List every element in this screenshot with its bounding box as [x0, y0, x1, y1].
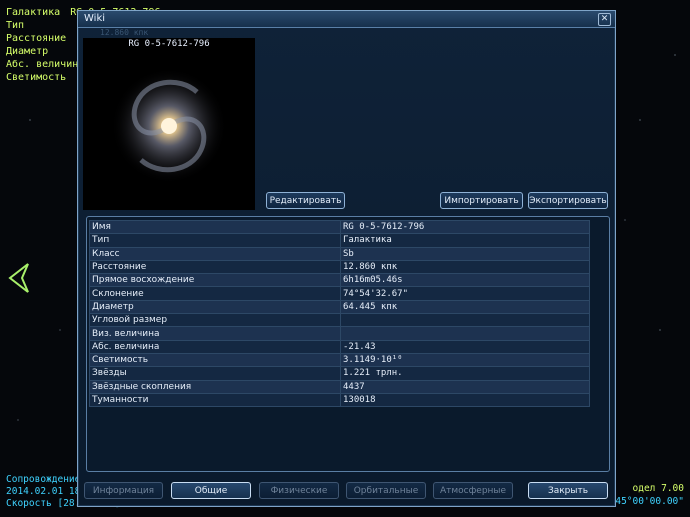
table-row: Тип Галактика — [89, 233, 590, 248]
property-name: Виз. величина — [89, 326, 341, 341]
table-row: Прямое восхождение 6h16m05.46s — [89, 273, 590, 288]
properties-table-frame: Имя RG 0-5-7612-796 Тип Галактика Класс Sb Рас… — [86, 216, 610, 472]
property-value: 3.1149·10¹⁰ — [340, 352, 590, 368]
table-row: Расстояние 12.860 кпк — [89, 259, 590, 275]
table-row: Угловой размер — [89, 313, 590, 328]
import-button[interactable]: Импортировать — [440, 192, 523, 209]
close-icon[interactable]: ✕ — [598, 13, 611, 26]
galaxy-preview-image: RG 0-5-7612-796 — [83, 38, 255, 210]
property-name: Класс — [89, 246, 341, 261]
table-row: Светимость 3.1149·10¹⁰ — [89, 352, 590, 368]
table-row: Класс Sb — [89, 246, 590, 261]
property-value — [340, 313, 590, 328]
property-name: Диаметр — [89, 299, 341, 315]
wiki-title: Wiki — [84, 13, 106, 24]
property-name: Звёзды — [89, 366, 341, 381]
nav-left-arrow-icon[interactable] — [8, 262, 30, 294]
property-value: 6h16m05.46s — [340, 273, 590, 288]
table-row: Диаметр 64.445 кпк — [89, 299, 590, 315]
property-value: Галактика — [340, 233, 590, 248]
table-row: Звёзды 1.221 трлн. — [89, 366, 590, 381]
property-value: 74°54'32.67" — [340, 286, 590, 301]
table-row: Виз. величина — [89, 326, 590, 341]
property-name: Тип — [89, 233, 341, 248]
properties-table: Имя RG 0-5-7612-796 Тип Галактика Класс Sb Рас… — [89, 219, 590, 408]
property-value: 4437 — [340, 379, 590, 394]
wiki-titlebar[interactable]: Wiki ✕ — [78, 11, 615, 28]
table-row: Абс. величина -21.43 — [89, 339, 590, 354]
tab-orbital[interactable]: Орбитальные — [346, 482, 426, 499]
export-button[interactable]: Экспортировать — [528, 192, 608, 209]
property-name: Туманности — [89, 392, 341, 408]
table-row: Склонение 74°54'32.67" — [89, 286, 590, 301]
property-name: Звёздные скопления — [89, 379, 341, 394]
property-name: Имя — [89, 219, 341, 235]
property-value: Sb — [340, 246, 590, 261]
edit-button[interactable]: Редактировать — [266, 192, 345, 209]
property-name: Склонение — [89, 286, 341, 301]
tab-atmospheric[interactable]: Атмосферные — [433, 482, 513, 499]
property-value: 1.221 трлн. — [340, 366, 590, 381]
property-value — [340, 326, 590, 341]
table-row: Туманности 130018 — [89, 392, 590, 408]
close-button[interactable]: Закрыть — [528, 482, 608, 499]
spiral-galaxy-icon — [111, 68, 227, 184]
property-name: Светимость — [89, 352, 341, 368]
table-row: Имя RG 0-5-7612-796 — [89, 219, 590, 235]
property-value: 130018 — [340, 392, 590, 408]
property-value: -21.43 — [340, 339, 590, 354]
property-value: RG 0-5-7612-796 — [340, 219, 590, 235]
property-value: 12.860 кпк — [340, 259, 590, 275]
tab-physical[interactable]: Физические — [259, 482, 339, 499]
wiki-window: Wiki ✕ 12.860 кпк RG 0-5-7612-796 Редакт… — [77, 10, 616, 507]
tab-general[interactable]: Общие — [171, 482, 251, 499]
tab-info[interactable]: Информация — [84, 482, 163, 499]
table-row: Звёздные скопления 4437 — [89, 379, 590, 394]
property-name: Прямое восхождение — [89, 273, 341, 288]
property-value: 64.445 кпк — [340, 299, 590, 315]
property-name: Расстояние — [89, 259, 341, 275]
property-name: Угловой размер — [89, 313, 341, 328]
ghost-text: 12.860 кпк — [100, 28, 149, 37]
property-name: Абс. величина — [89, 339, 341, 354]
